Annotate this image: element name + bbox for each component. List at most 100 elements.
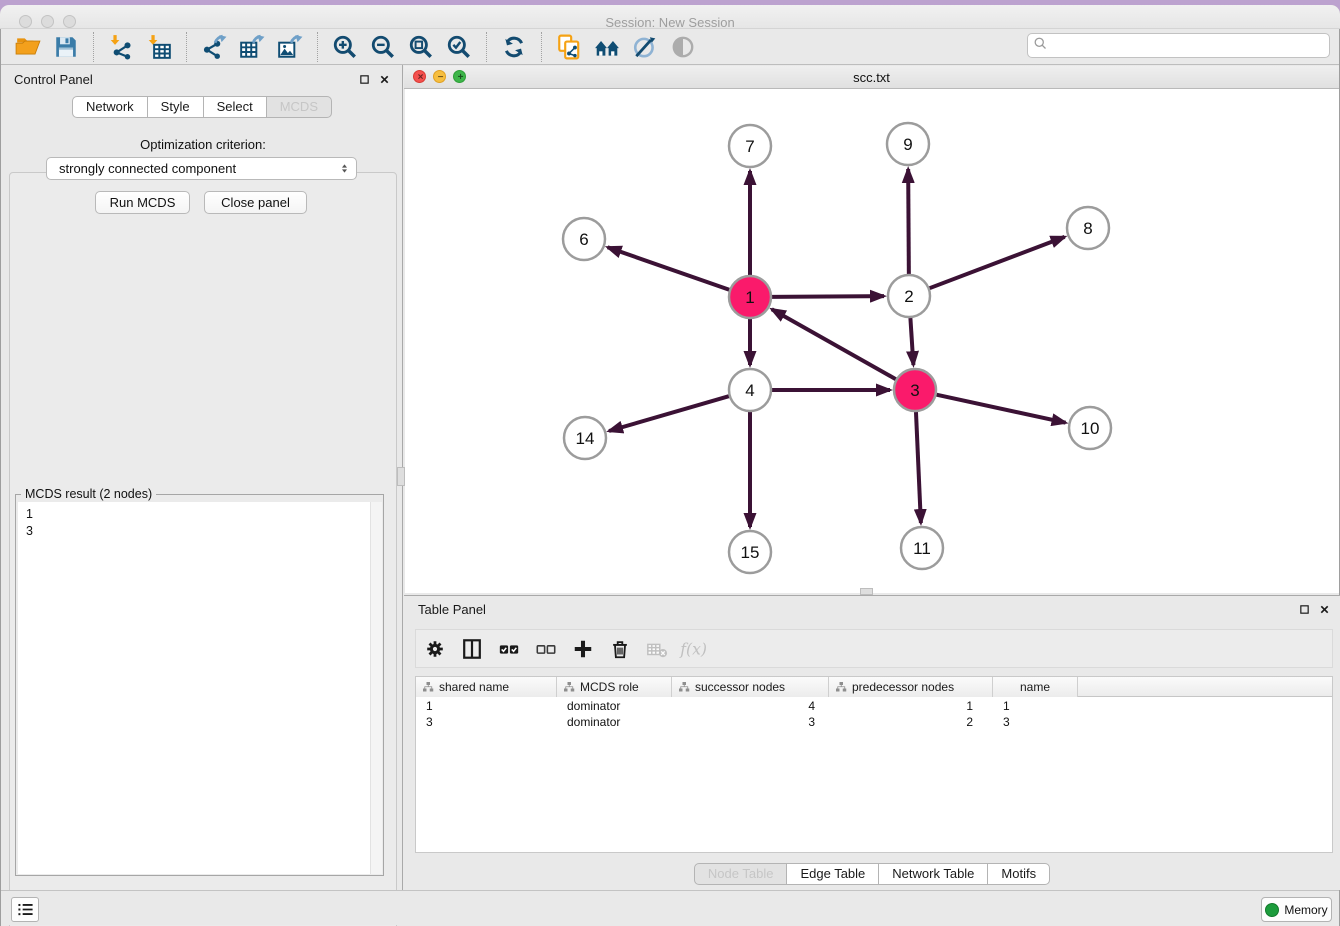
graph-node-10[interactable]: 10 (1069, 407, 1111, 449)
zoom-out-icon[interactable] (364, 32, 402, 62)
import-table-icon[interactable] (140, 32, 178, 62)
graph-node-6[interactable]: 6 (563, 218, 605, 260)
task-history-button[interactable] (11, 897, 39, 922)
show-graphics-details-icon[interactable] (626, 32, 664, 62)
mcds-result-lines: 13 (18, 502, 382, 540)
float-panel-icon[interactable] (357, 72, 371, 86)
tab-motifs[interactable]: Motifs (987, 863, 1050, 885)
tab-style[interactable]: Style (147, 96, 204, 118)
zoom-fit-icon[interactable] (402, 32, 440, 62)
network-canvas[interactable]: 7 9 6 8 1 2 4 3 14 10 15 11 (405, 89, 1339, 593)
export-network-icon[interactable] (195, 32, 233, 62)
table-cell[interactable]: 1 (993, 698, 1078, 714)
column-header-MCDS-role[interactable]: MCDS role (557, 677, 672, 697)
search-box[interactable] (1027, 33, 1330, 58)
graph-node-3[interactable]: 3 (894, 369, 936, 411)
table-panel: Table Panel f(x) shared nameMCDS rolesuc… (404, 595, 1340, 890)
new-network-from-selection-icon[interactable] (550, 32, 588, 62)
delete-table-icon[interactable] (638, 634, 675, 664)
window-titlebar: Session: New Session (0, 5, 1340, 29)
mcds-result-textarea[interactable]: 13 (18, 502, 382, 874)
tab-mcds[interactable]: MCDS (266, 96, 332, 118)
close-panel-button[interactable]: Close panel (204, 191, 307, 214)
search-input[interactable] (1048, 36, 1324, 55)
graph-edge-2-3[interactable] (910, 318, 913, 365)
deselect-all-icon[interactable] (527, 634, 564, 664)
column-header-shared-name[interactable]: shared name (416, 677, 557, 697)
graph-node-7[interactable]: 7 (729, 125, 771, 167)
settings-gear-icon[interactable] (416, 634, 453, 664)
graph-node-11[interactable]: 11 (901, 527, 943, 569)
list-icon (17, 901, 34, 918)
tab-edge-table[interactable]: Edge Table (786, 863, 879, 885)
control-panel: Control Panel NetworkStyleSelectMCDS Opt… (1, 65, 403, 890)
tab-network-table[interactable]: Network Table (878, 863, 988, 885)
control-panel-tabs: NetworkStyleSelectMCDS (1, 96, 403, 118)
svg-text:3: 3 (910, 381, 919, 400)
graph-edge-3-10[interactable] (936, 395, 1065, 423)
tab-select[interactable]: Select (203, 96, 267, 118)
hide-graphics-details-icon[interactable] (664, 32, 702, 62)
horizontal-splitter-handle[interactable] (860, 588, 873, 595)
import-network-icon[interactable] (102, 32, 140, 62)
select-all-icon[interactable] (490, 634, 527, 664)
column-header-successor-nodes[interactable]: successor nodes (672, 677, 829, 697)
table-panel-tabs: Node TableEdge TableNetwork TableMotifs (404, 863, 1340, 885)
graph-edge-4-14[interactable] (609, 396, 729, 431)
tab-node-table[interactable]: Node Table (694, 863, 788, 885)
column-header-predecessor-nodes[interactable]: predecessor nodes (829, 677, 993, 697)
graph-node-15[interactable]: 15 (729, 531, 771, 573)
zoom-selected-icon[interactable] (440, 32, 478, 62)
open-session-icon[interactable] (9, 32, 47, 62)
float-panel-icon[interactable] (1297, 602, 1311, 616)
memory-button[interactable]: Memory (1261, 897, 1332, 922)
graph-node-9[interactable]: 9 (887, 123, 929, 165)
memory-status-dot (1265, 903, 1279, 917)
delete-icon[interactable] (601, 634, 638, 664)
criterion-select[interactable]: strongly connected component (46, 157, 357, 180)
toolbar-group (318, 32, 487, 62)
table-cell[interactable]: dominator (557, 714, 672, 730)
network-window: × − + scc.txt 7968124314101511 (404, 65, 1339, 594)
graph-node-1[interactable]: 1 (729, 276, 771, 318)
table-cell[interactable]: 1 (416, 698, 557, 714)
graph-node-14[interactable]: 14 (564, 417, 606, 459)
toggle-panel-icon[interactable] (453, 634, 490, 664)
result-scrollbar[interactable] (370, 502, 382, 874)
tab-network[interactable]: Network (72, 96, 148, 118)
table-cell[interactable]: 4 (672, 698, 829, 714)
table-cell[interactable]: 3 (993, 714, 1078, 730)
function-builder-icon[interactable]: f(x) (675, 634, 712, 664)
add-icon[interactable] (564, 634, 601, 664)
zoom-in-icon[interactable] (326, 32, 364, 62)
graph-node-4[interactable]: 4 (729, 369, 771, 411)
mcds-result-title: MCDS result (2 nodes) (21, 487, 156, 501)
column-header-label: shared name (439, 680, 509, 694)
close-panel-icon[interactable] (1317, 602, 1331, 616)
first-neighbors-icon[interactable] (588, 32, 626, 62)
refresh-layout-icon[interactable] (495, 32, 533, 62)
table-cell[interactable]: 3 (416, 714, 557, 730)
graph-edge-3-11[interactable] (916, 412, 921, 523)
export-table-icon[interactable] (233, 32, 271, 62)
graph-node-2[interactable]: 2 (888, 275, 930, 317)
graph-edge-3-1[interactable] (772, 309, 896, 379)
column-header-name[interactable]: name (993, 677, 1078, 697)
run-mcds-button[interactable]: Run MCDS (95, 191, 190, 214)
export-image-icon[interactable] (271, 32, 309, 62)
svg-text:2: 2 (904, 287, 913, 306)
svg-text:f(x): f(x) (679, 640, 707, 658)
graph-edge-1-2[interactable] (772, 296, 884, 297)
graph-edge-2-8[interactable] (930, 237, 1065, 288)
table-row[interactable]: 3dominator323 (416, 714, 1332, 730)
table-cell[interactable]: dominator (557, 698, 672, 714)
table-row[interactable]: 1dominator411 (416, 698, 1332, 714)
save-session-icon[interactable] (47, 32, 85, 62)
graph-edge-2-9[interactable] (908, 169, 909, 274)
table-cell[interactable]: 1 (829, 698, 993, 714)
close-panel-icon[interactable] (377, 72, 391, 86)
table-cell[interactable]: 3 (672, 714, 829, 730)
graph-edge-1-6[interactable] (608, 247, 730, 289)
table-cell[interactable]: 2 (829, 714, 993, 730)
graph-node-8[interactable]: 8 (1067, 207, 1109, 249)
